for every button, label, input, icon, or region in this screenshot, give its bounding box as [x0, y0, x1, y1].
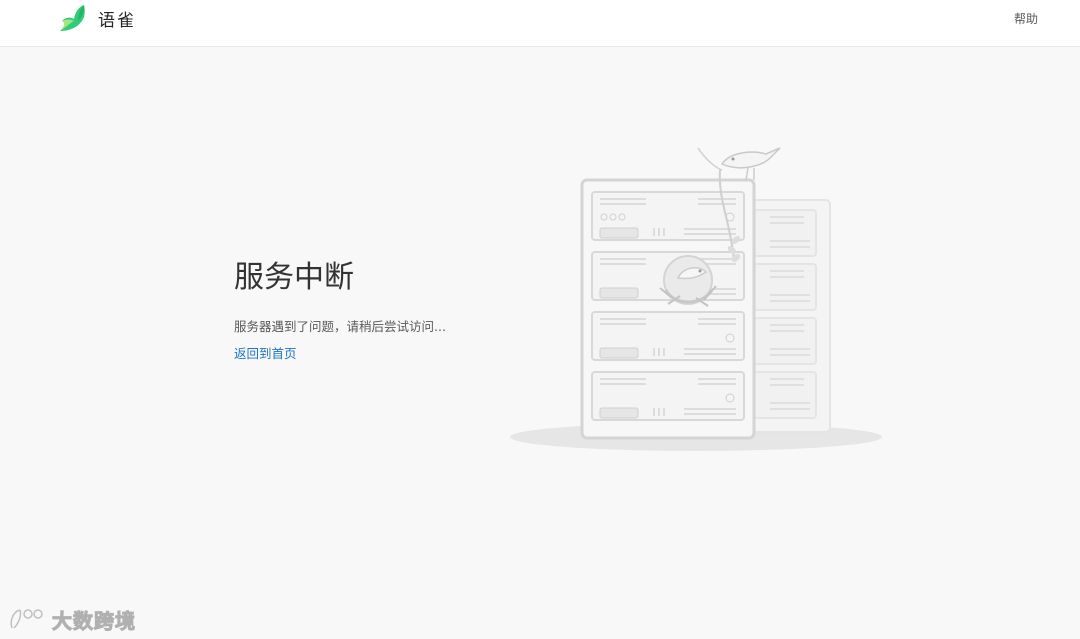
watermark-text: 大数跨境 [52, 608, 136, 633]
top-header: 语雀 帮助 [0, 0, 1080, 47]
error-title: 服务中断 [234, 260, 354, 295]
watermark-logo-icon [10, 609, 43, 629]
brand-name: 语雀 [98, 10, 136, 31]
brand-logo[interactable]: 语雀 [58, 3, 136, 33]
perched-bird [697, 147, 781, 181]
back-server-rack [747, 199, 831, 433]
error-description: 服务器遇到了问题，请稍后尝试访问... [234, 319, 446, 334]
error-content: 服务中断 服务器遇到了问题，请稍后尝试访问... 返回到首页 [234, 258, 514, 363]
watermark: 大数跨境 [8, 604, 136, 634]
yuque-bird-logo-icon [60, 5, 85, 31]
help-link[interactable]: 帮助 [1014, 10, 1038, 27]
server-rack-bird-illustration [510, 147, 882, 451]
return-home-link[interactable]: 返回到首页 [234, 345, 297, 363]
